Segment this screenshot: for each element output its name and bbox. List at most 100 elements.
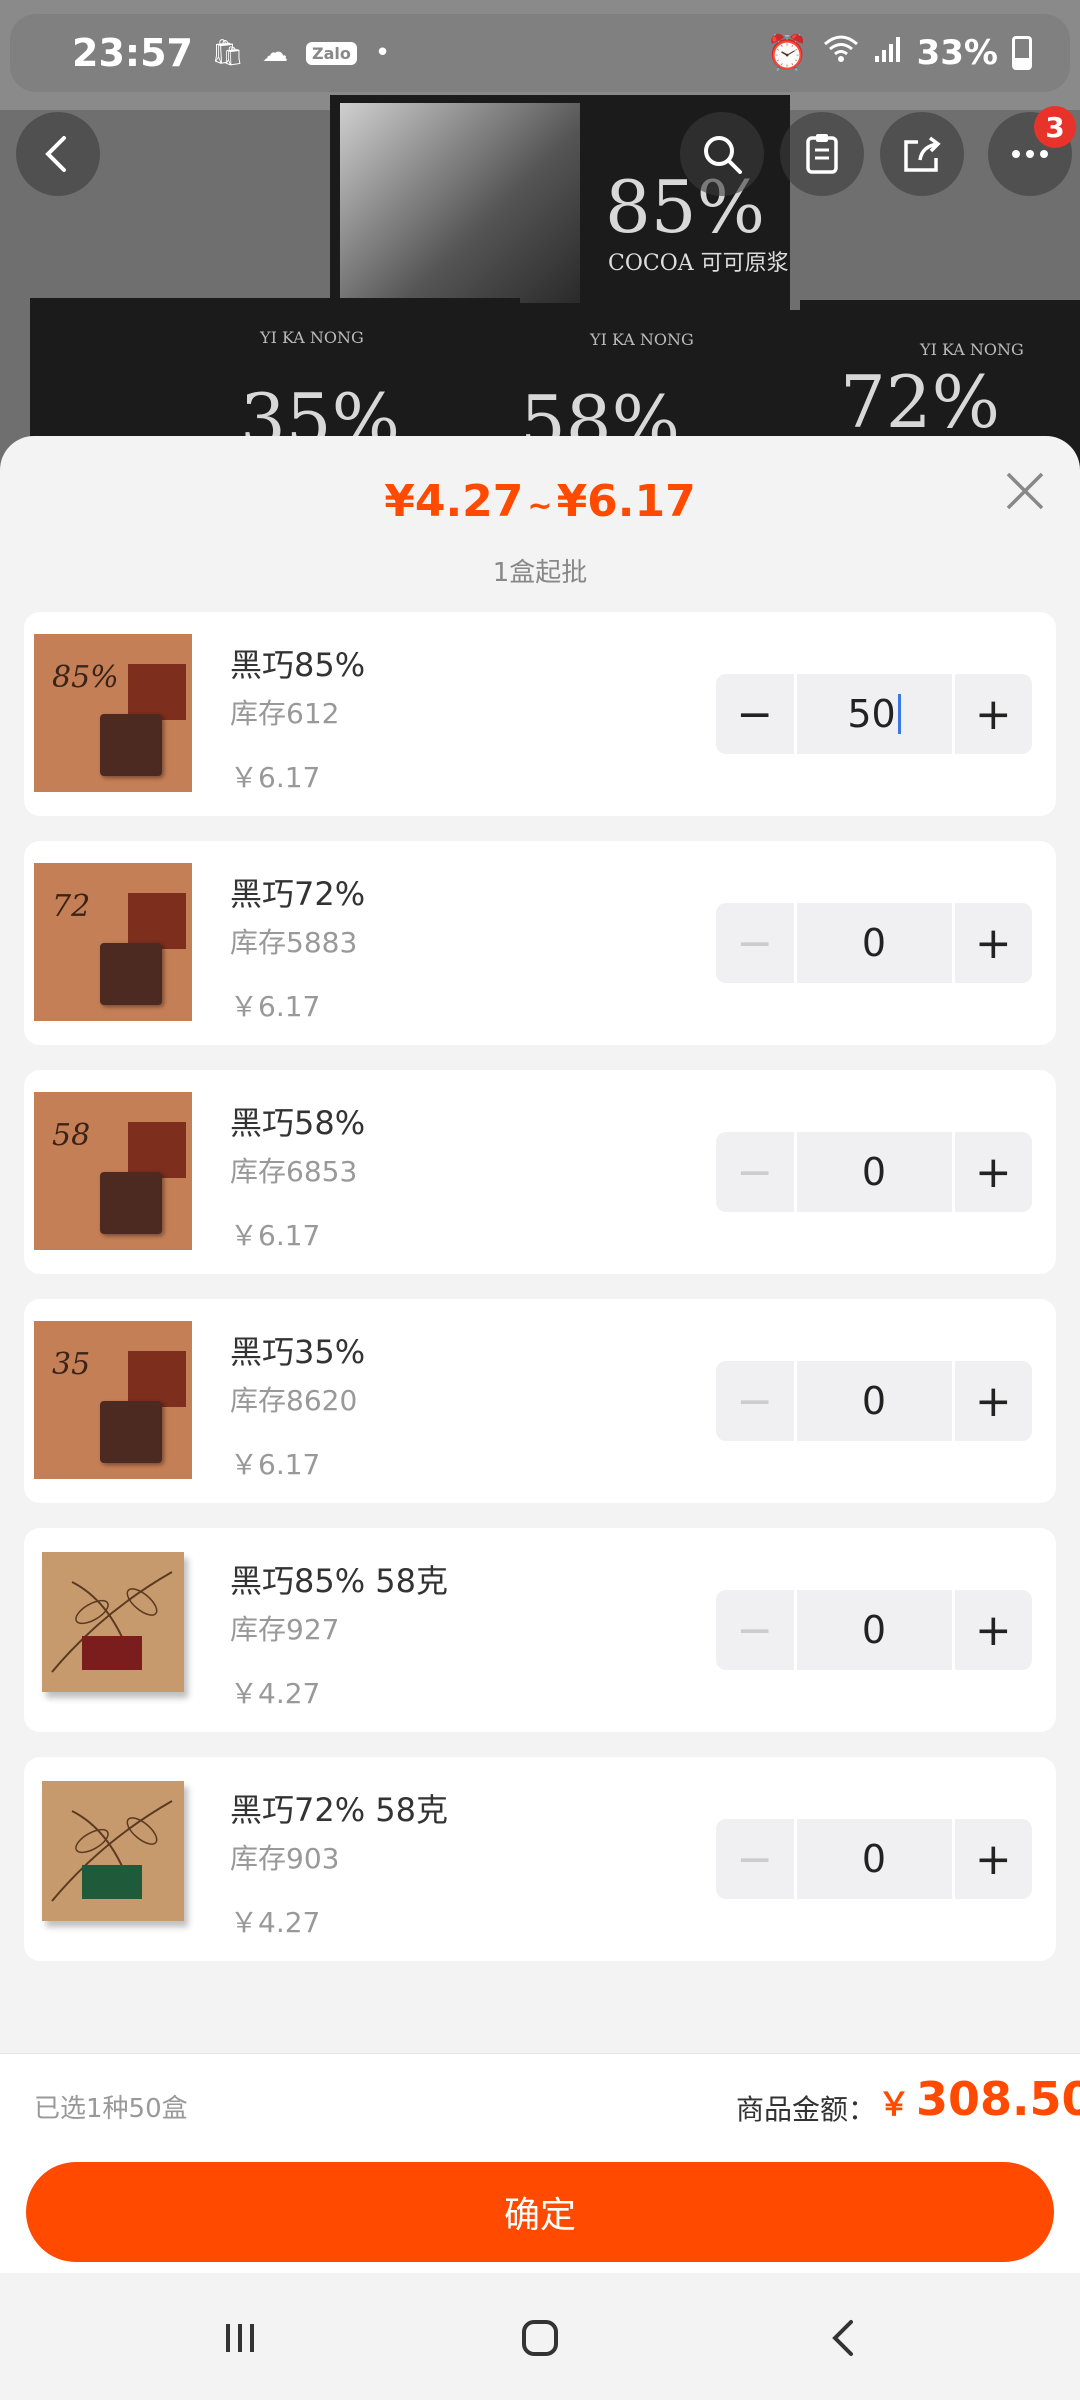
product-row: 黑巧85% 58克 库存927 ￥4.27 − 0 + — [24, 1528, 1056, 1732]
product-name: 黑巧85% — [230, 646, 366, 684]
decrement-button[interactable]: − — [716, 1819, 794, 1899]
increment-button[interactable]: + — [954, 1361, 1032, 1441]
product-stock: 库存612 — [230, 697, 340, 730]
min-order: 1盒起批 — [492, 558, 588, 588]
battery-icon — [1012, 36, 1032, 70]
product-thumbnail: 85% — [34, 634, 192, 792]
quantity-stepper: − 0 + — [716, 1590, 1032, 1670]
thumbnail-chocolate — [100, 943, 162, 1005]
battery-percent: 33% — [916, 33, 998, 73]
text-cursor — [897, 694, 901, 734]
quantity-stepper: − 0 + — [716, 903, 1032, 983]
recents-button[interactable] — [205, 2303, 275, 2373]
decrement-button[interactable]: − — [716, 1132, 794, 1212]
product-stock: 库存8620 — [230, 1384, 358, 1417]
product-thumbnail: 35 — [34, 1321, 192, 1479]
dot-icon: • — [374, 38, 391, 68]
quantity-stepper: − 50 + — [716, 674, 1032, 754]
thumbnail-nibs — [128, 893, 186, 949]
decrement-button[interactable]: − — [716, 1590, 794, 1670]
system-nav-bar — [0, 2273, 1080, 2400]
alarm-icon: ⏰ — [766, 33, 809, 73]
quantity-stepper: − 0 + — [716, 1819, 1032, 1899]
hero-brand: YI KA NONG — [260, 328, 364, 347]
thumbnail-label: 72 — [52, 889, 91, 924]
leaf-pattern — [51, 1800, 173, 1902]
product-price: ￥6.17 — [230, 761, 321, 794]
package-label — [82, 1865, 142, 1899]
price-separator: ~ — [527, 489, 553, 524]
quantity-input[interactable]: 0 — [796, 1361, 952, 1441]
status-bar: 23:57 🛍 ☁ Zalo • ⏰ 33% — [10, 14, 1070, 92]
quantity-value: 50 — [847, 692, 896, 736]
confirm-button[interactable]: 确定 — [26, 2162, 1054, 2262]
wifi-icon — [823, 33, 859, 73]
cart-badge: 3 — [1034, 106, 1076, 148]
system-back-button[interactable] — [810, 2303, 880, 2373]
product-row: 85% 黑巧85% 库存612 ￥6.17 − 50 + — [24, 612, 1056, 816]
quantity-input[interactable]: 0 — [796, 1590, 952, 1670]
product-stock: 库存6853 — [230, 1155, 358, 1188]
increment-button[interactable]: + — [954, 1590, 1032, 1670]
notes-button[interactable] — [780, 112, 864, 196]
total-currency: ￥ — [878, 2085, 911, 2123]
product-row: 黑巧72% 58克 库存903 ￥4.27 − 0 + — [24, 1757, 1056, 1961]
quantity-stepper: − 0 + — [716, 1361, 1032, 1441]
quantity-input[interactable]: 50 — [796, 674, 952, 754]
hero-brand: YI KA NONG — [920, 340, 1024, 359]
quantity-input[interactable]: 0 — [796, 1132, 952, 1212]
hero-box-photo — [340, 103, 580, 303]
leaf-pattern — [51, 1571, 173, 1673]
more-button[interactable]: 3 — [988, 106, 1076, 196]
share-button[interactable] — [880, 112, 964, 196]
product-price: ￥4.27 — [230, 1906, 321, 1939]
product-thumbnail: 58 — [34, 1092, 192, 1250]
thumbnail-nibs — [128, 1122, 186, 1178]
price-range: ¥4.27 ~¥6.17 — [0, 476, 1080, 527]
total-value: 308.50 — [916, 2072, 1080, 2126]
product-name: 黑巧35% — [230, 1333, 366, 1371]
home-button[interactable] — [505, 2303, 575, 2373]
quantity-input[interactable]: 0 — [796, 903, 952, 983]
signal-icon — [873, 33, 903, 73]
product-name: 黑巧85% 58克 — [230, 1562, 449, 1600]
product-name: 黑巧58% — [230, 1104, 366, 1142]
increment-button[interactable]: + — [954, 1132, 1032, 1212]
thumbnail-nibs — [128, 664, 186, 720]
product-price: ￥4.27 — [230, 1677, 321, 1710]
hero-box-72-label: 72% — [840, 360, 1001, 444]
product-row: 58 黑巧58% 库存6853 ￥6.17 − 0 + — [24, 1070, 1056, 1274]
product-stock: 库存927 — [230, 1613, 340, 1646]
product-row: 35 黑巧35% 库存8620 ￥6.17 − 0 + — [24, 1299, 1056, 1503]
recents-icon — [226, 2324, 254, 2352]
close-icon[interactable] — [1002, 468, 1048, 514]
price-high: ¥6.17 — [556, 476, 696, 527]
quantity-input[interactable]: 0 — [796, 1819, 952, 1899]
status-right: ⏰ 33% — [766, 33, 1032, 73]
total-label: 商品金额： — [736, 2093, 877, 2126]
thumbnail-chocolate — [100, 1401, 162, 1463]
hero-brand: YI KA NONG — [590, 330, 694, 349]
product-price: ￥6.17 — [230, 1219, 321, 1252]
increment-button[interactable]: + — [954, 903, 1032, 983]
product-price: ￥6.17 — [230, 1448, 321, 1481]
search-button[interactable] — [680, 112, 764, 196]
product-stock: 库存5883 — [230, 926, 358, 959]
hero-box-85-sub: COCOA 可可原浆 — [608, 251, 789, 276]
zalo-icon: Zalo — [305, 41, 357, 65]
price-low: ¥4.27 — [384, 476, 524, 527]
cloud-icon: ☁ — [261, 38, 288, 68]
status-time: 23:57 — [72, 31, 193, 75]
decrement-button[interactable]: − — [716, 674, 794, 754]
increment-button[interactable]: + — [954, 674, 1032, 754]
product-name: 黑巧72% 58克 — [230, 1791, 449, 1829]
decrement-button[interactable]: − — [716, 903, 794, 983]
back-button[interactable] — [16, 112, 100, 196]
chevron-left-icon — [45, 136, 66, 172]
clipboard-icon — [806, 134, 838, 174]
selection-summary: 已选1种50盒 — [34, 2094, 188, 2124]
thumbnail-chocolate — [100, 1172, 162, 1234]
home-icon — [522, 2320, 558, 2356]
decrement-button[interactable]: − — [716, 1361, 794, 1441]
increment-button[interactable]: + — [954, 1819, 1032, 1899]
